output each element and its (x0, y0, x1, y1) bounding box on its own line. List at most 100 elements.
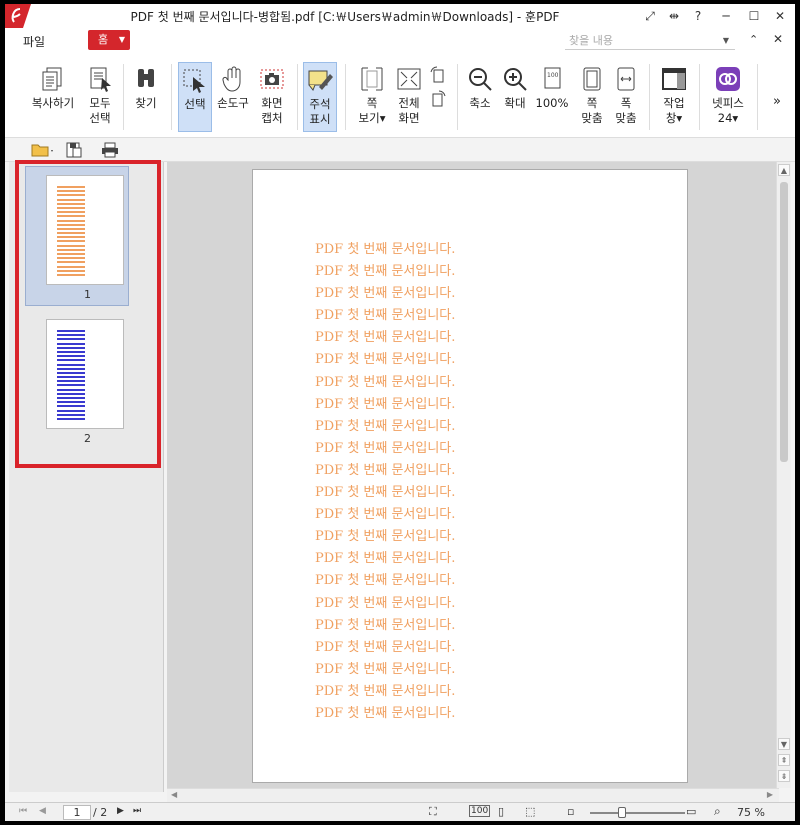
full-screen-label-2: 화면 (398, 111, 420, 125)
separator (457, 64, 458, 130)
screen-capture-button[interactable]: 화면 캡처 (255, 62, 289, 132)
tab-home[interactable]: 홈 ▼ (88, 30, 130, 50)
prev-page-icon[interactable]: ◀ (39, 806, 46, 816)
minimize-button[interactable]: ─ (717, 7, 735, 25)
open-folder-icon[interactable] (31, 142, 55, 158)
select-all-icon (90, 67, 111, 92)
select-all-button[interactable]: 모두 선택 (83, 62, 117, 132)
zoom-in-button[interactable]: 확대 (500, 62, 530, 132)
save-icon[interactable] (65, 142, 83, 158)
separator (171, 64, 172, 130)
find-button[interactable]: 찾기 (131, 62, 161, 132)
help-icon[interactable]: ? (689, 7, 707, 25)
page-text-block: PDF 첫 번째 문서입니다. PDF 첫 번째 문서입니다. PDF 첫 번째 문… (315, 239, 455, 725)
page-text-line: PDF 첫 번째 문서입니다. (315, 683, 456, 699)
close-ribbon-icon[interactable]: ✕ (773, 32, 783, 46)
horizontal-scrollbar[interactable]: ◀ ▶ (167, 788, 779, 802)
separator (649, 64, 650, 130)
scroll-up-icon[interactable]: ▲ (778, 164, 790, 176)
actual-size-label: 100% (535, 96, 569, 110)
page-number-input[interactable]: 1 (63, 805, 91, 820)
fit-page-button[interactable]: 쪽 맞춤 (577, 62, 607, 132)
maximize-button[interactable]: ☐ (745, 7, 763, 25)
quick-access-bar (5, 138, 795, 162)
fit-page-label-2: 맞춤 (581, 111, 603, 125)
full-screen-button[interactable]: 전체 화면 (393, 62, 425, 132)
separator (297, 64, 298, 130)
magnifier-icon: ⌕ (714, 804, 721, 818)
svg-text:100: 100 (547, 72, 559, 79)
actual-size-button[interactable]: 100 100% (535, 62, 569, 132)
next-page-scroll-icon[interactable]: ⇟ (778, 770, 790, 782)
prev-page-scroll-icon[interactable]: ⇞ (778, 754, 790, 766)
fit-page-label-1: 쪽 (586, 96, 598, 110)
chevron-down-icon[interactable]: ▼ (723, 32, 729, 50)
page-text-line: PDF 첫 번째 문서입니다. (315, 617, 456, 633)
separator (345, 64, 346, 130)
screen-capture-label-2: 캡처 (261, 111, 283, 125)
page-text-line: PDF 첫 번째 문서입니다. (315, 551, 456, 567)
fit-page-status-icon[interactable]: ▯ (498, 805, 504, 818)
annotation-pen-icon (308, 70, 333, 91)
page-text-line: PDF 첫 번째 문서입니다. (315, 242, 456, 257)
search-input[interactable]: 찾을 내용 ▼ (565, 32, 735, 50)
zoom-out-icon (469, 68, 492, 91)
next-page-icon[interactable]: ▶ (117, 806, 124, 816)
zoom-level: 75 % (737, 806, 765, 819)
window-icon (662, 68, 686, 90)
collapse-ribbon-icon[interactable]: ⌃ (749, 33, 758, 46)
select-all-label-2: 선택 (89, 111, 111, 125)
more-ribbon-button[interactable]: » (773, 94, 781, 109)
page-text-line: PDF 첫 번째 문서입니다. (315, 352, 456, 368)
netpis-button[interactable]: 넷피스 24▾ (707, 62, 749, 132)
fit-width-label-2: 맞춤 (615, 111, 637, 125)
document-page: PDF 첫 번째 문서입니다. PDF 첫 번째 문서입니다. PDF 첫 번째 문… (252, 169, 688, 783)
expand-icon[interactable]: ⤢ (641, 7, 659, 25)
work-window-button[interactable]: 작업 창▾ (657, 62, 691, 132)
title-bar: PDF 첫 번째 문서입니다-병합됨.pdf [C:￦Users￦admin￦D… (5, 4, 795, 28)
page-text-line: PDF 첫 번째 문서입니다. (315, 595, 456, 611)
zoom-out-button[interactable]: 축소 (465, 62, 495, 132)
annotation-button[interactable]: 주석 표시 (303, 62, 337, 132)
zoom-in-icon (504, 68, 527, 91)
document-view[interactable]: PDF 첫 번째 문서입니다. PDF 첫 번째 문서입니다. PDF 첫 번째 문… (167, 162, 779, 788)
total-pages: / 2 (93, 806, 108, 819)
page-text-line: PDF 첫 번째 문서입니다. (315, 639, 456, 655)
rotate-right-icon[interactable] (429, 90, 447, 108)
page-text-line: PDF 첫 번째 문서입니다. (315, 462, 456, 478)
full-screen-icon (397, 68, 421, 90)
page-view-label-1: 쪽 (366, 96, 378, 110)
copy-label: 복사하기 (31, 96, 75, 110)
close-button[interactable]: ✕ (771, 7, 789, 25)
last-page-icon[interactable]: ⏭ (133, 806, 141, 816)
first-page-icon[interactable]: ⏮ (19, 806, 27, 816)
fit-width-button[interactable]: 폭 맞춤 (611, 62, 641, 132)
select-tool-button[interactable]: 선택 (178, 62, 212, 132)
zoom-minus-icon[interactable]: ▫ (567, 805, 574, 818)
fit-width-status-icon[interactable]: ⬚ (525, 805, 535, 818)
full-screen-status-icon[interactable]: ⛶ (429, 805, 437, 819)
rotate-left-icon[interactable] (429, 66, 447, 84)
zoom-plus-icon[interactable]: ▭ (686, 805, 696, 818)
hand-tool-button[interactable]: 손도구 (215, 62, 251, 132)
scroll-right-icon[interactable]: ▶ (767, 790, 773, 799)
file-menu[interactable]: 파일 (23, 33, 45, 50)
scroll-left-icon[interactable]: ◀ (171, 790, 177, 799)
copy-button[interactable]: 복사하기 (27, 62, 79, 132)
print-icon[interactable] (101, 142, 119, 158)
annotation-label-2: 표시 (309, 112, 331, 126)
camera-icon (260, 69, 284, 89)
split-icon[interactable]: ⇹ (665, 7, 683, 25)
zoom-slider-knob[interactable] (618, 807, 626, 818)
scroll-down-icon[interactable]: ▼ (778, 738, 790, 750)
vertical-scrollbar[interactable]: ▲ ▼ ⇞ ⇟ (776, 162, 791, 788)
search-placeholder: 찾을 내용 (569, 34, 613, 47)
page-view-button[interactable]: 쪽 보기▾ (355, 62, 389, 132)
ribbon-toolbar: 복사하기 모두 선택 찾기 선택 손도구 화면 캡처 주석 표시 쪽 보기▾ 전… (5, 54, 795, 138)
actual-size-status-icon[interactable]: 100 (469, 805, 491, 817)
hand-tool-label: 손도구 (217, 96, 249, 110)
zoom-slider-track[interactable] (590, 812, 685, 814)
separator (757, 64, 758, 130)
menu-bar: 파일 홈 ▼ 찾을 내용 ▼ ⌃ ✕ (5, 28, 795, 54)
scroll-thumb[interactable] (780, 182, 788, 462)
